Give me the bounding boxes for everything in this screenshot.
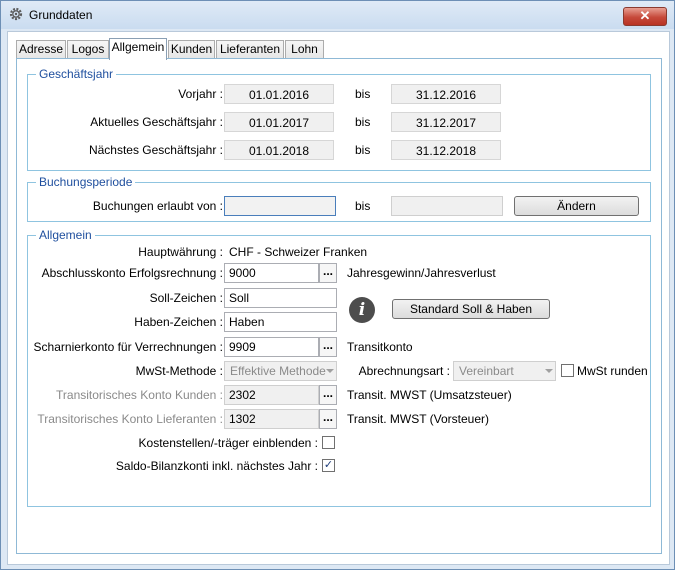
tab-logos[interactable]: Logos	[67, 40, 109, 59]
grunddaten-window: Grunddaten ✕ Adresse Logos Allgemein Kun…	[0, 0, 675, 570]
vorjahr-label: Vorjahr :	[178, 87, 223, 101]
group-title-buchungsperiode: Buchungsperiode	[36, 175, 136, 189]
title-bar[interactable]: Grunddaten ✕	[1, 1, 674, 29]
hauptwaehrung-label: Hauptwährung :	[138, 245, 223, 259]
transitorisches-konto-kunden-label: Transitorisches Konto Kunden :	[56, 388, 223, 402]
transitorisches-konto-lieferanten-browse-button[interactable]: ...	[319, 409, 337, 429]
aktuelles-jahr-bis-label: bis	[355, 115, 371, 129]
buchungsperiode-bis-label: bis	[355, 199, 371, 213]
mwst-methode-select: Effektive Methode	[224, 361, 337, 381]
kostenstellen-label: Kostenstellen/-träger einblenden :	[138, 436, 318, 450]
group-buchungsperiode: Buchungsperiode Buchungen erlaubt von : …	[27, 175, 651, 222]
chevron-down-icon	[545, 369, 553, 373]
tab-allgemein[interactable]: Allgemein	[109, 38, 167, 60]
aktuelles-jahr-label: Aktuelles Geschäftsjahr :	[90, 115, 223, 129]
soll-zeichen-input[interactable]: Soll	[224, 288, 337, 308]
buchungen-von-input[interactable]	[224, 196, 336, 216]
abschlusskonto-label: Abschlusskonto Erfolgsrechnung :	[41, 266, 223, 280]
hauptwaehrung-value: CHF - Schweizer Franken	[229, 245, 368, 259]
chevron-down-icon	[326, 369, 334, 373]
aktuelles-jahr-from-field: 01.01.2017	[224, 112, 334, 132]
abschlusskonto-browse-button[interactable]: ...	[319, 263, 337, 283]
scharnierkonto-browse-button[interactable]: ...	[319, 337, 337, 357]
saldo-bilanzkonti-checkbox[interactable]: ✓	[322, 459, 335, 472]
abrechnungsart-value: Vereinbart	[459, 364, 514, 378]
scharnierkonto-input[interactable]: 9909	[224, 337, 319, 357]
transitorisches-konto-lieferanten-label: Transitorisches Konto Lieferanten :	[37, 412, 223, 426]
gear-icon	[9, 7, 23, 21]
kostenstellen-checkbox[interactable]	[322, 436, 335, 449]
scharnierkonto-description: Transitkonto	[347, 340, 413, 354]
transitorisches-konto-kunden-description: Transit. MWST (Umsatzsteuer)	[347, 388, 512, 402]
group-title-geschaeftsjahr: Geschäftsjahr	[36, 67, 117, 81]
scharnierkonto-label: Scharnierkonto für Verrechnungen :	[33, 340, 223, 354]
tab-lieferanten[interactable]: Lieferanten	[216, 40, 284, 59]
standard-soll-haben-button[interactable]: Standard Soll & Haben	[392, 299, 550, 319]
tab-adresse[interactable]: Adresse	[16, 40, 66, 59]
dialog-client-area: Adresse Logos Allgemein Kunden Lieferant…	[7, 31, 670, 565]
info-icon: i	[349, 297, 375, 323]
abrechnungsart-label: Abrechnungsart :	[358, 364, 450, 378]
saldo-bilanzkonti-label: Saldo-Bilanzkonti inkl. nächstes Jahr :	[115, 459, 318, 473]
vorjahr-to-field: 31.12.2016	[391, 84, 501, 104]
mwst-runden-checkbox[interactable]	[561, 364, 574, 377]
transitorisches-konto-lieferanten-input: 1302	[224, 409, 319, 429]
tab-lohn[interactable]: Lohn	[285, 40, 324, 59]
aktuelles-jahr-to-field: 31.12.2017	[391, 112, 501, 132]
close-button[interactable]: ✕	[623, 7, 667, 26]
transitorisches-konto-kunden-input: 2302	[224, 385, 319, 405]
aendern-button[interactable]: Ändern	[514, 196, 639, 216]
naechstes-jahr-bis-label: bis	[355, 143, 371, 157]
group-geschaeftsjahr: Geschäftsjahr Vorjahr : 01.01.2016 bis 3…	[27, 67, 651, 171]
tab-kunden[interactable]: Kunden	[168, 40, 215, 59]
group-title-allgemein: Allgemein	[36, 228, 95, 242]
vorjahr-bis-label: bis	[355, 87, 371, 101]
naechstes-jahr-from-field: 01.01.2018	[224, 140, 334, 160]
haben-zeichen-label: Haben-Zeichen :	[134, 315, 223, 329]
group-allgemein: Allgemein Hauptwährung : CHF - Schweizer…	[27, 228, 651, 507]
vorjahr-from-field: 01.01.2016	[224, 84, 334, 104]
abschlusskonto-input[interactable]: 9000	[224, 263, 319, 283]
soll-zeichen-label: Soll-Zeichen :	[149, 291, 223, 305]
mwst-methode-label: MwSt-Methode :	[135, 364, 223, 378]
mwst-methode-value: Effektive Methode	[230, 364, 326, 378]
naechstes-jahr-label: Nächstes Geschäftsjahr :	[88, 143, 223, 157]
abrechnungsart-select: Vereinbart	[453, 361, 556, 381]
haben-zeichen-input[interactable]: Haben	[224, 312, 337, 332]
buchungen-bis-input	[391, 196, 503, 216]
transitorisches-konto-kunden-browse-button[interactable]: ...	[319, 385, 337, 405]
naechstes-jahr-to-field: 31.12.2018	[391, 140, 501, 160]
window-title: Grunddaten	[29, 8, 93, 22]
buchungen-erlaubt-label: Buchungen erlaubt von :	[92, 199, 223, 213]
tab-page-allgemein: Geschäftsjahr Vorjahr : 01.01.2016 bis 3…	[16, 58, 662, 554]
abschlusskonto-description: Jahresgewinn/Jahresverlust	[347, 266, 496, 280]
mwst-runden-label: MwSt runden	[577, 364, 648, 378]
transitorisches-konto-lieferanten-description: Transit. MWST (Vorsteuer)	[347, 412, 490, 426]
